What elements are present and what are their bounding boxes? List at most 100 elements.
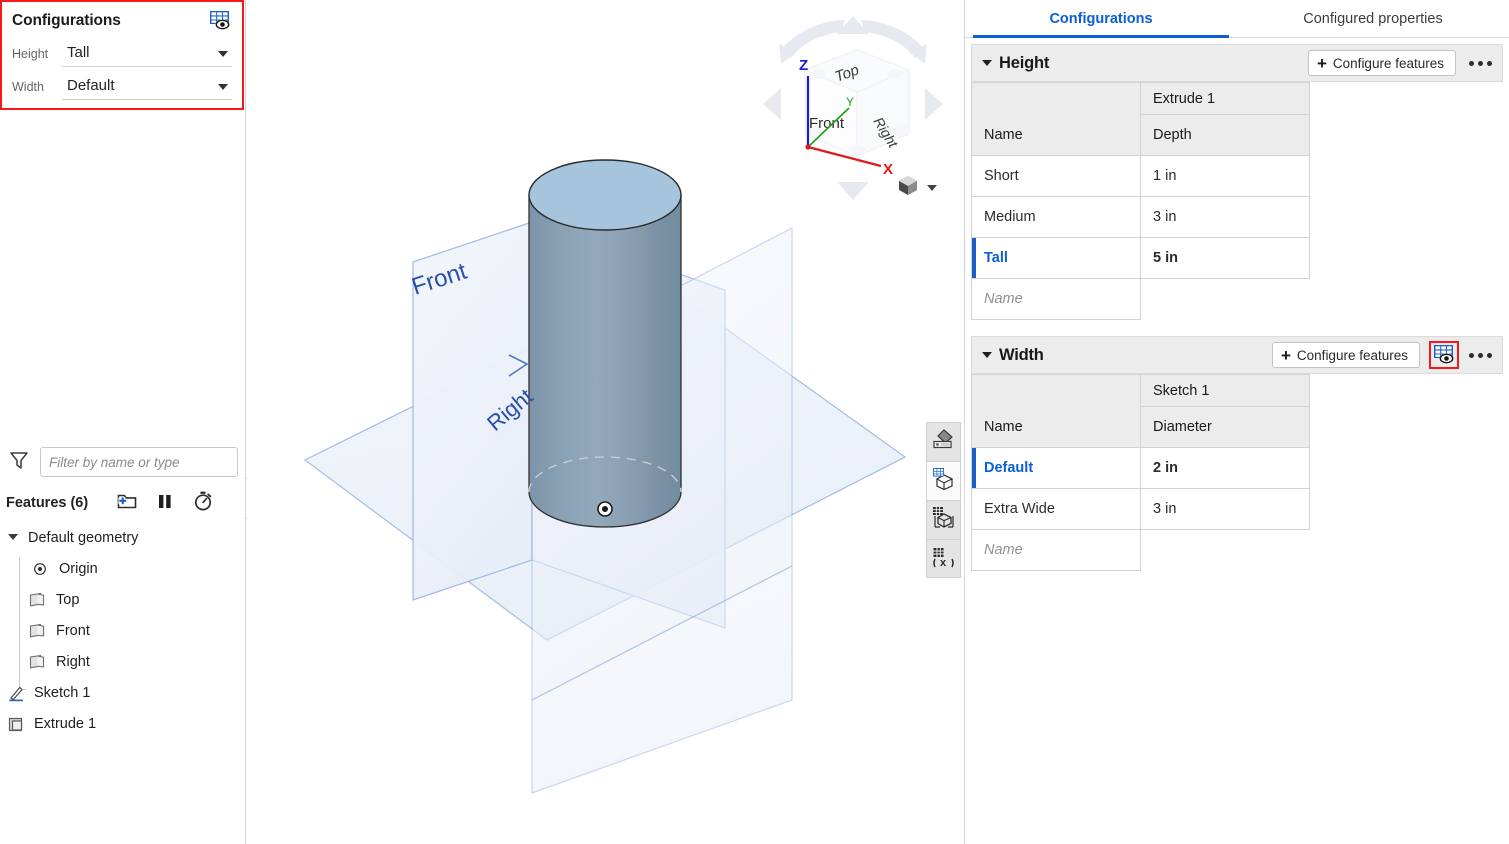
grid-eye-icon[interactable] [208,10,232,32]
config-section-height-header[interactable]: Height + Configure features [971,44,1503,82]
funnel-icon[interactable] [8,449,30,476]
more-options-icon[interactable] [1466,60,1495,66]
table-header-columns-row: Name Diameter [971,406,1310,448]
blank-header-cell [971,374,1141,407]
configure-variable-button[interactable]: x [926,539,961,578]
sketch-pencil-icon [7,684,25,702]
chevron-down-icon [218,50,228,57]
search-input[interactable] [40,447,238,477]
feature-name-header: Sketch 1 [1140,374,1310,407]
config-name-cell[interactable]: Default [971,447,1141,489]
config-width-dropdown[interactable]: Default [62,72,232,100]
new-config-name-input[interactable]: Name [971,529,1141,571]
configure-bounding-button[interactable] [926,500,961,539]
configurations-panel-title: Configurations [12,12,121,29]
chevron-down-icon[interactable] [982,60,992,66]
config-value-cell[interactable]: 3 in [1140,196,1310,238]
config-section-width-header[interactable]: Width + Configure features [971,336,1503,374]
table-row-selected[interactable]: Tall 5 in [971,237,1310,279]
rollback-pause-icon[interactable] [157,491,173,516]
tree-item-default-geometry[interactable]: Default geometry [0,522,244,553]
filter-row [8,447,238,477]
config-section-title: Width [999,345,1044,364]
config-input-height[interactable]: Height Tall [12,34,232,67]
left-sidebar: Configurations Height Tall Width Default… [0,0,246,844]
config-value-cell[interactable]: 1 in [1140,155,1310,197]
axis-label-z: Z [799,57,808,74]
chevron-down-icon [218,83,228,90]
configure-variable-icon: x [931,544,956,574]
config-section-width: Width + Configure features Sketch 1 Name… [971,336,1503,571]
tab-label: Configured properties [1303,10,1443,27]
axis-label-y: Y [846,95,854,109]
new-folder-icon[interactable] [116,491,138,516]
table-row[interactable]: Extra Wide 3 in [971,488,1310,530]
table-header-feature-row: Sketch 1 [971,374,1310,407]
config-section-title: Height [999,53,1050,72]
config-section-height: Height + Configure features Extrude 1 Na… [971,44,1503,320]
config-height-dropdown[interactable]: Tall [62,39,232,67]
configurations-panel: Configurations Height Tall Width Default [0,0,244,110]
view-style-selector[interactable] [895,172,937,203]
3d-viewport[interactable]: Front Right Top Front Right Z X Y x [247,0,964,844]
config-table-height: Extrude 1 Name Depth Short 1 in Medium 3… [971,82,1310,320]
configure-features-label: Configure features [1296,347,1408,363]
column-header-name: Name [971,114,1141,156]
configure-bounding-icon [931,505,956,535]
tree-item-right-plane[interactable]: Right [0,646,244,677]
new-config-name-input[interactable]: Name [971,278,1141,320]
config-name-cell[interactable]: Tall [971,237,1141,279]
configured-part-button[interactable] [926,461,961,500]
column-header-name: Name [971,406,1141,448]
svg-text:x: x [940,557,947,569]
tree-item-sketch-1[interactable]: Sketch 1 [0,677,244,708]
tree-item-label: Default geometry [28,529,139,546]
config-value-cell[interactable]: 2 in [1140,447,1310,489]
config-value-cell[interactable]: 3 in [1140,488,1310,530]
table-header-columns-row: Name Depth [971,114,1310,156]
table-row[interactable]: Medium 3 in [971,196,1310,238]
config-width-value: Default [67,77,115,94]
features-count-label: Features (6) [6,495,89,511]
chevron-down-icon[interactable] [982,352,992,358]
config-input-width-label: Width [12,80,44,94]
plane-icon [28,591,46,609]
plus-icon: + [1280,345,1291,365]
table-row-new[interactable]: Name [971,278,1310,320]
shaded-cube-icon [895,172,921,203]
onshape-configurations-window: Configurations Height Tall Width Default… [0,0,1509,844]
tree-item-top-plane[interactable]: Top [0,584,244,615]
grid-eye-icon[interactable] [1432,344,1456,366]
more-options-icon[interactable] [1466,352,1495,358]
config-name-cell[interactable]: Medium [971,196,1141,238]
configurations-panel-header: Configurations [12,8,232,34]
configure-features-label: Configure features [1332,55,1444,71]
tree-item-front-plane[interactable]: Front [0,615,244,646]
features-toolbar [116,490,214,517]
config-name-cell[interactable]: Short [971,155,1141,197]
config-value-cell[interactable]: 5 in [1140,237,1310,279]
chevron-down-icon[interactable] [927,184,937,191]
configure-features-button[interactable]: + Configure features [1307,50,1456,76]
table-row-selected[interactable]: Default 2 in [971,447,1310,489]
configure-features-button[interactable]: + Configure features [1271,342,1420,368]
appearance-button[interactable] [926,422,961,461]
empty-cell [1141,279,1310,320]
tab-label: Configurations [1049,10,1153,27]
tree-item-label: Extrude 1 [34,715,97,732]
table-row-new[interactable]: Name [971,529,1310,571]
origin-icon [31,560,49,578]
tab-configurations[interactable]: Configurations [965,0,1237,38]
config-input-width[interactable]: Width Default [12,67,232,100]
config-input-height-label: Height [12,47,49,61]
chevron-down-icon[interactable] [8,534,19,541]
table-row[interactable]: Short 1 in [971,155,1310,197]
tree-item-extrude-1[interactable]: Extrude 1 [0,708,244,739]
tree-item-origin[interactable]: Origin [0,553,244,584]
config-name-cell[interactable]: Extra Wide [971,488,1141,530]
features-header: Features (6) [6,489,238,517]
tab-configured-properties[interactable]: Configured properties [1237,0,1509,37]
history-stopwatch-icon[interactable] [192,490,214,517]
feature-name-header: Extrude 1 [1140,82,1310,115]
highlight-box [1429,341,1459,369]
